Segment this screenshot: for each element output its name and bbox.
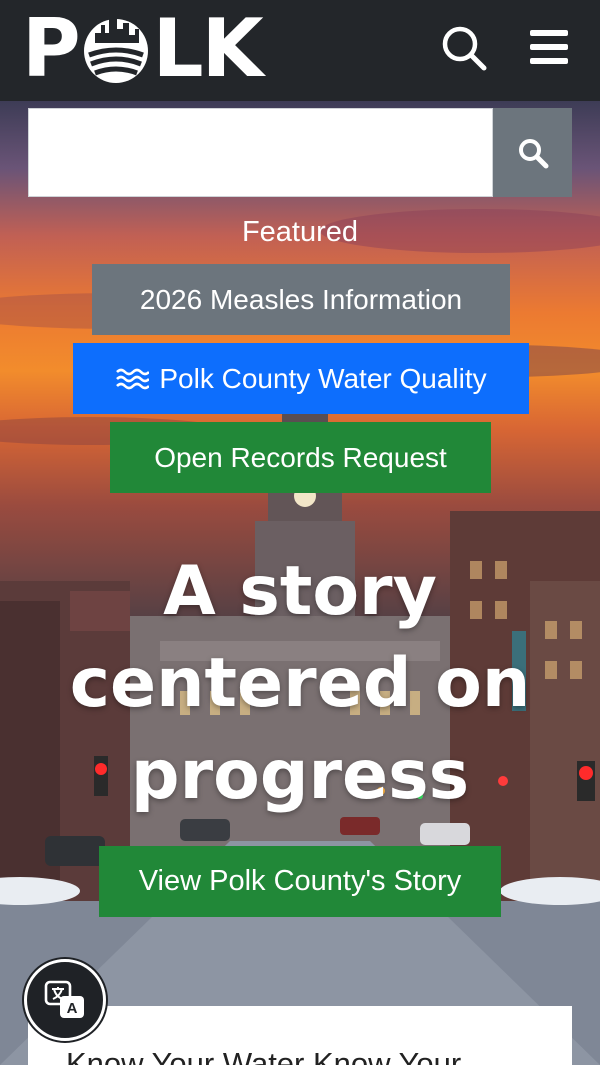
measles-information-label: 2026 Measles Information bbox=[139, 283, 463, 315]
search-icon bbox=[442, 26, 487, 71]
open-records-request-link[interactable]: Open Records Request bbox=[110, 422, 491, 493]
site-search-submit-button[interactable] bbox=[493, 108, 572, 197]
view-county-story-button[interactable]: View Polk County's Story bbox=[99, 846, 501, 917]
site-search-form bbox=[28, 108, 572, 197]
hamburger-menu-icon bbox=[530, 30, 568, 64]
skyline-logo-icon bbox=[83, 15, 148, 83]
site-search-input[interactable] bbox=[28, 108, 493, 197]
measles-information-link[interactable]: 2026 Measles Information bbox=[92, 264, 510, 335]
card-title: Know Your Water Know Your bbox=[66, 1046, 462, 1065]
logo-letter-p: P bbox=[22, 2, 81, 95]
water-quality-link[interactable]: Polk County Water Quality bbox=[73, 343, 529, 414]
translate-icon: A bbox=[44, 980, 84, 1018]
logo-letters-lk: LK bbox=[152, 2, 264, 95]
site-header: P LK bbox=[0, 0, 600, 101]
hero-headline: A story centered on progress bbox=[69, 552, 531, 815]
know-your-water-card[interactable]: Know Your Water Know Your bbox=[28, 1006, 572, 1065]
featured-heading: Featured bbox=[241, 216, 359, 248]
search-icon bbox=[518, 138, 548, 168]
water-quality-label: Polk County Water Quality bbox=[159, 362, 487, 394]
open-records-request-label: Open Records Request bbox=[154, 441, 447, 473]
hero-section: Featured 2026 Measles Information Polk C… bbox=[0, 101, 600, 1065]
svg-text:A: A bbox=[67, 1000, 78, 1017]
view-county-story-label: View Polk County's Story bbox=[138, 865, 462, 897]
header-search-button[interactable] bbox=[440, 24, 488, 72]
translate-button[interactable]: A bbox=[24, 959, 106, 1041]
polk-logo[interactable]: P LK bbox=[22, 2, 264, 95]
hamburger-menu-button[interactable] bbox=[526, 26, 572, 70]
water-waves-icon bbox=[115, 367, 150, 391]
